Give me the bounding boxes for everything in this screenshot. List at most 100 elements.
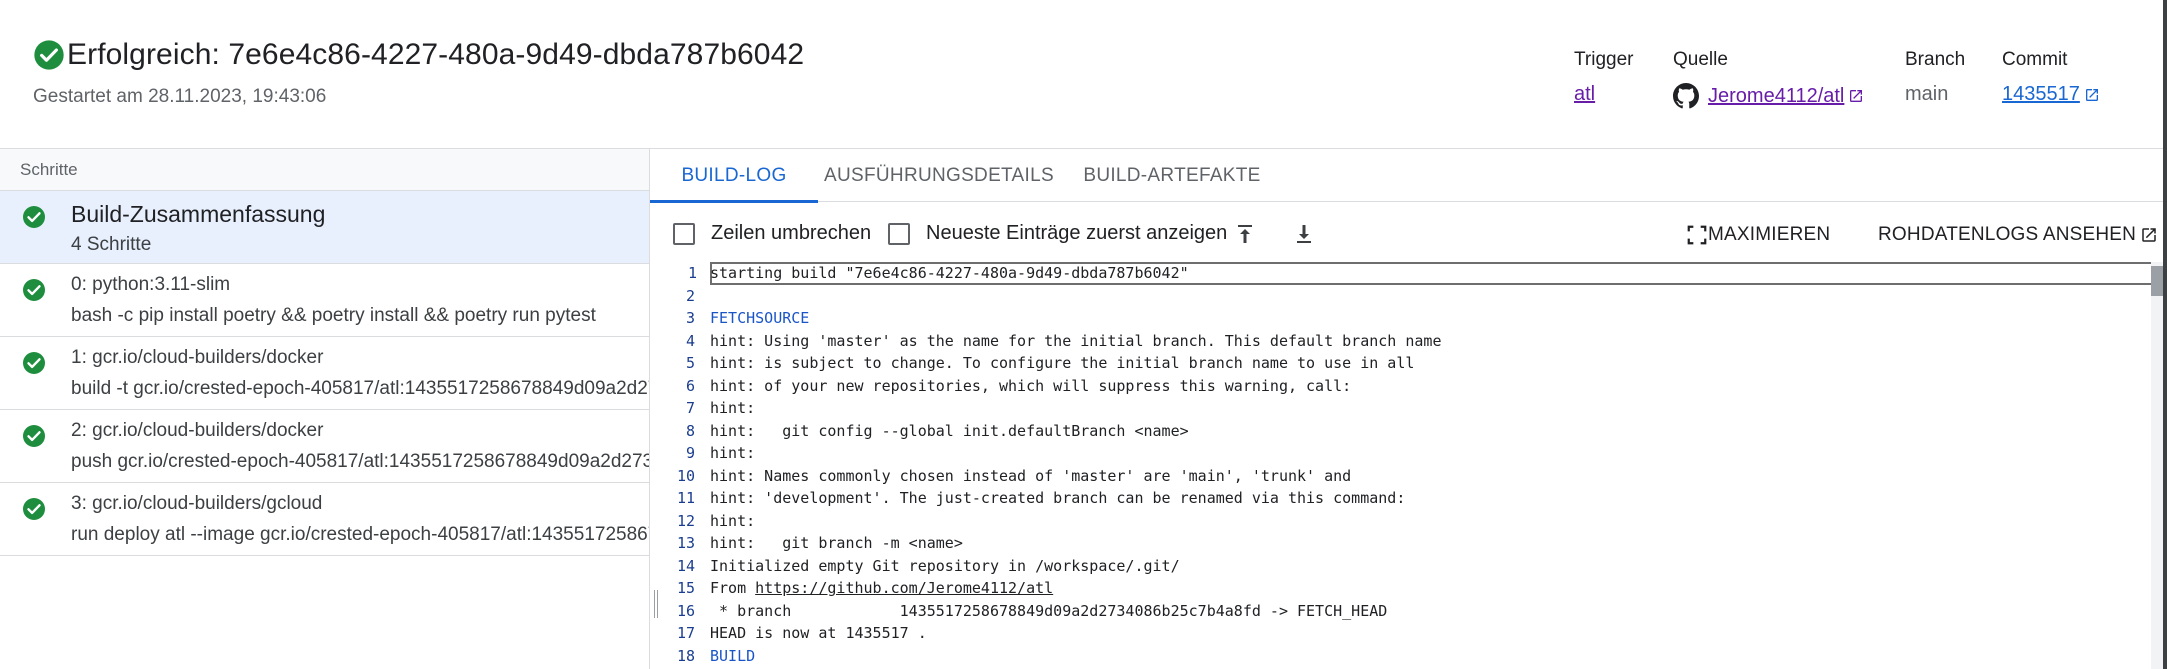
line-text: hint: Using 'master' as the name for the… bbox=[710, 331, 1442, 350]
line-text: hint: Names commonly chosen instead of '… bbox=[710, 466, 1352, 485]
branch-value: main bbox=[1905, 83, 1949, 105]
trigger-label: Trigger bbox=[1574, 49, 1634, 70]
step-args: build -t gcr.io/crested-epoch-405817/atl… bbox=[71, 378, 649, 399]
open-in-new-icon bbox=[2085, 88, 2098, 101]
line-number: 17 bbox=[676, 624, 695, 643]
log-line[interactable]: 13 hint: git branch -m <name> bbox=[650, 532, 2150, 555]
line-text: hint: of your new repositories, which wi… bbox=[710, 376, 1352, 395]
scroll-to-bottom-icon[interactable] bbox=[1292, 222, 1316, 246]
log-line[interactable]: 3 FETCHSOURCE bbox=[650, 307, 2150, 330]
success-check-icon bbox=[23, 352, 45, 374]
scroll-to-top-icon[interactable] bbox=[1233, 222, 1257, 246]
step-build-summary[interactable]: Build-Zusammenfassung 4 Schritte bbox=[0, 191, 649, 264]
log-toolbar: Zeilen umbrechen Neueste Einträge zuerst… bbox=[650, 202, 2163, 262]
log-line[interactable]: 2 bbox=[650, 285, 2150, 308]
line-text: BUILD bbox=[710, 646, 756, 665]
log-line[interactable]: 10 hint: Names commonly chosen instead of… bbox=[650, 465, 2150, 488]
github-icon bbox=[1673, 83, 1699, 109]
log-line[interactable]: 6 hint: of your new repositories, which w… bbox=[650, 375, 2150, 398]
tab-execution-details[interactable]: AUSFÜHRUNGSDETAILS bbox=[818, 149, 1060, 202]
step-title: Build-Zusammenfassung bbox=[71, 201, 326, 227]
commit-link[interactable]: 1435517 bbox=[2002, 83, 2080, 106]
step-item[interactable]: 1: gcr.io/cloud-builders/docker build -t… bbox=[0, 337, 649, 410]
log-line[interactable]: 8 hint: git config --global init.defaultB… bbox=[650, 420, 2150, 443]
line-text: hint: bbox=[710, 511, 756, 530]
line-text: starting build "7e6e4c86-4227-480a-9d49-… bbox=[710, 264, 1189, 283]
line-number: 11 bbox=[676, 489, 695, 508]
line-text: hint: is subject to change. To configure… bbox=[710, 354, 1415, 373]
source-meta: Quelle Jerome4112/atl bbox=[1673, 49, 1863, 109]
log-line[interactable]: 15 From https://github.com/Jerome4112/atl bbox=[650, 577, 2150, 600]
log-line[interactable]: 12 hint: bbox=[650, 510, 2150, 533]
line-text: * branch 1435517258678849d09a2d2734086b2… bbox=[710, 601, 1388, 620]
line-text: hint: 'development'. The just-created br… bbox=[710, 489, 1406, 508]
build-start-time: Gestartet am 28.11.2023, 19:43:06 bbox=[33, 86, 327, 107]
newest-first-label: Neueste Einträge zuerst anzeigen bbox=[926, 222, 1228, 244]
maximize-button[interactable]: MAXIMIEREN bbox=[1686, 224, 1830, 246]
line-text: FETCHSOURCE bbox=[710, 309, 810, 328]
branch-label: Branch bbox=[1905, 49, 1966, 70]
open-in-new-icon bbox=[1850, 90, 1863, 102]
open-in-new-icon bbox=[2142, 228, 2156, 242]
log-panel: BUILD-LOG AUSFÜHRUNGSDETAILS BUILD-ARTEF… bbox=[650, 148, 2163, 669]
repo-url-link[interactable]: https://github.com/Jerome4112/atl bbox=[755, 579, 1053, 597]
step-name: 0: python:3.11-slim bbox=[71, 274, 231, 295]
step-item[interactable]: 2: gcr.io/cloud-builders/docker push gcr… bbox=[0, 410, 649, 483]
log-line[interactable]: 9 hint: bbox=[650, 442, 2150, 465]
fullscreen-icon bbox=[1687, 225, 1707, 245]
line-text: From https://github.com/Jerome4112/atl bbox=[710, 579, 1053, 597]
view-raw-logs-button[interactable]: ROHDATENLOGS ANSEHEN bbox=[1878, 224, 2158, 246]
source-repo-link[interactable]: Jerome4112/atl bbox=[1708, 85, 1844, 108]
line-text: hint: git branch -m <name> bbox=[710, 534, 963, 553]
log-line[interactable]: 1 starting build "7e6e4c86-4227-480a-9d49… bbox=[688, 262, 2154, 285]
log-line[interactable]: 4 hint: Using 'master' as the name for th… bbox=[650, 330, 2150, 353]
line-prefix: From bbox=[710, 579, 756, 598]
step-name: 3: gcr.io/cloud-builders/gcloud bbox=[71, 493, 323, 514]
line-number: 13 bbox=[676, 534, 695, 553]
line-number: 8 bbox=[685, 421, 695, 440]
line-text: Initialized empty Git repository in /wor… bbox=[710, 556, 1180, 575]
build-log-viewer[interactable]: 1 starting build "7e6e4c86-4227-480a-9d49… bbox=[650, 262, 2163, 669]
tab-build-artifacts[interactable]: BUILD-ARTEFAKTE bbox=[1060, 149, 1284, 202]
line-number: 5 bbox=[685, 354, 695, 373]
step-name: 2: gcr.io/cloud-builders/docker bbox=[71, 420, 324, 441]
source-label: Quelle bbox=[1673, 49, 1728, 70]
success-check-icon bbox=[23, 206, 45, 228]
log-line[interactable]: 7 hint: bbox=[650, 397, 2150, 420]
line-number: 10 bbox=[676, 466, 695, 485]
steps-panel: Schritte Build-Zusammenfassung 4 Schritt… bbox=[0, 148, 650, 669]
raw-logs-label: ROHDATENLOGS ANSEHEN bbox=[1878, 224, 2137, 245]
log-line[interactable]: 18 BUILD bbox=[650, 645, 2150, 668]
wrap-lines-checkbox[interactable] bbox=[673, 222, 695, 245]
step-item[interactable]: 0: python:3.11-slim bash -c pip install … bbox=[0, 264, 649, 337]
newest-first-checkbox[interactable] bbox=[888, 222, 910, 245]
newest-first-toggle[interactable]: Neueste Einträge zuerst anzeigen bbox=[888, 222, 1227, 245]
step-count: 4 Schritte bbox=[71, 234, 152, 255]
log-scrollbar[interactable] bbox=[2151, 262, 2163, 669]
trigger-link[interactable]: atl bbox=[1574, 83, 1595, 106]
commit-label: Commit bbox=[2002, 49, 2068, 70]
log-line[interactable]: 16 * branch 1435517258678849d09a2d273408… bbox=[650, 600, 2150, 623]
step-args: run deploy atl --image gcr.io/crested-ep… bbox=[71, 524, 649, 545]
line-number: 6 bbox=[685, 376, 695, 395]
commit-meta: Commit 1435517 bbox=[2002, 49, 2098, 105]
steps-heading: Schritte bbox=[0, 149, 649, 191]
step-item[interactable]: 3: gcr.io/cloud-builders/gcloud run depl… bbox=[0, 483, 649, 556]
tab-build-log[interactable]: BUILD-LOG bbox=[650, 149, 818, 203]
log-line[interactable]: 14 Initialized empty Git repository in /w… bbox=[650, 555, 2150, 578]
step-args: bash -c pip install poetry && poetry ins… bbox=[71, 305, 596, 326]
line-number: 1 bbox=[687, 264, 697, 283]
maximize-label: MAXIMIEREN bbox=[1708, 224, 1831, 245]
log-line[interactable]: 11 hint: 'development'. The just-created … bbox=[650, 487, 2150, 510]
log-line[interactable]: 17 HEAD is now at 1435517 . bbox=[650, 622, 2150, 645]
line-number: 4 bbox=[685, 331, 695, 350]
wrap-lines-toggle[interactable]: Zeilen umbrechen bbox=[673, 222, 871, 245]
line-text: hint: git config --global init.defaultBr… bbox=[710, 421, 1189, 440]
line-text: hint: bbox=[710, 444, 756, 463]
log-scrollbar-thumb[interactable] bbox=[2151, 266, 2163, 296]
log-line[interactable]: 5 hint: is subject to change. To configur… bbox=[650, 352, 2150, 375]
success-check-icon bbox=[34, 40, 64, 70]
line-number: 16 bbox=[676, 601, 695, 620]
line-number: 12 bbox=[676, 511, 695, 530]
log-tabs: BUILD-LOG AUSFÜHRUNGSDETAILS BUILD-ARTEF… bbox=[650, 149, 2163, 203]
